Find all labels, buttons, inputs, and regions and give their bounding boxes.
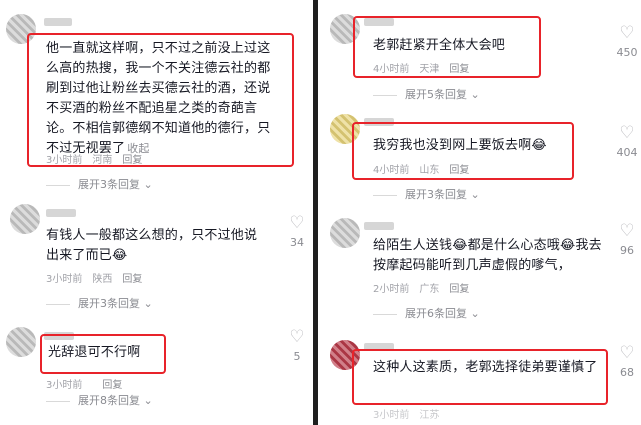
chevron-down-icon: ⌄ [470,88,480,101]
comment-meta: 3小时前 江苏 [373,406,449,421]
comment-location: 天津 [419,64,440,75]
avatar[interactable] [6,327,36,357]
comment-text: 给陌生人送钱😂都是什么心态哦😂我去按摩起码能听到几声虚假的嗲气， [373,236,605,276]
comment-time: 3小时前 [46,380,83,391]
comment-time: 3小时前 [46,274,83,285]
comment-location: 陕西 [92,274,113,285]
expand-replies-label: 展开6条回复 [405,307,467,320]
heart-outline-icon: ♡ [619,221,635,241]
comment-time: 3小时前 [46,155,83,166]
comment-time: 3小时前 [373,410,410,421]
expand-replies-button[interactable]: 展开3条回复 ⌄ [46,176,153,192]
expand-divider [46,184,70,186]
expand-divider [46,303,70,305]
comment-text: 有钱人一般都这么想的，只不过他说出来了而已😂 [46,226,268,266]
comment-meta: 4小时前 山东 回复 [373,161,479,176]
username-blurred[interactable] [44,18,72,26]
heart-outline-icon: ♡ [619,23,635,43]
comment-location: 广东 [419,284,440,295]
expand-replies-label: 展开8条回复 [78,394,140,407]
expand-replies-button[interactable]: 展开3条回复 ⌄ [373,186,480,202]
like-count: 5 [293,350,301,363]
comment-location: 山东 [419,165,440,176]
like-count: 404 [616,146,638,159]
heart-outline-icon: ♡ [289,213,305,233]
like-button[interactable]: ♡ 404 [614,124,640,159]
avatar[interactable] [10,204,40,234]
expand-divider [373,94,397,96]
comment-text: 我穷我也没到网上要饭去啊😂 [373,136,573,156]
comment-time: 2小时前 [373,284,410,295]
reply-button[interactable]: 回复 [449,64,469,75]
expand-replies-label: 展开3条回复 [78,297,140,310]
like-button[interactable]: ♡ 450 [614,24,640,59]
comment-location: 江苏 [419,410,440,421]
chevron-down-icon: ⌄ [143,297,153,310]
comment-body: 老郭赶紧开全体大会吧 [373,38,506,53]
like-button[interactable]: ♡ 68 [614,344,640,379]
expand-divider [373,313,397,315]
chevron-down-icon: ⌄ [143,394,153,407]
username-blurred[interactable] [46,209,76,217]
comment-text: 他一直就这样啊，只不过之前没上过这么高的热搜，我一个不关注德云社的都刷到过他让粉… [46,39,280,159]
expand-divider [46,400,70,402]
heart-outline-icon: ♡ [619,123,635,143]
comment-body: 这种人这素质，老郭选择徒弟要谨慎了 [373,360,598,375]
expand-replies-button[interactable]: 展开6条回复 ⌄ [373,305,480,321]
comment-time: 4小时前 [373,64,410,75]
like-count: 96 [620,244,634,257]
comment-meta: 4小时前 天津 回复 [373,60,479,75]
like-count: 450 [616,46,638,59]
comment-body: 他一直就这样啊，只不过之前没上过这么高的热搜，我一个不关注德云社的都刷到过他让粉… [46,41,271,156]
comment-body: 有钱人一般都这么想的，只不过他说出来了而已😂 [46,228,258,263]
expand-replies-button[interactable]: 展开5条回复 ⌄ [373,86,480,102]
comment-body: 给陌生人送钱😂都是什么心态哦😂我去按摩起码能听到几声虚假的嗲气， [373,238,602,273]
chevron-down-icon: ⌄ [470,307,480,320]
like-count: 34 [290,236,304,249]
comment-location: 河南 [92,155,113,166]
chevron-down-icon: ⌄ [470,188,480,201]
like-button[interactable]: ♡ 34 [284,214,310,249]
comment-meta: 3小时前 陕西 回复 [46,270,152,285]
expand-replies-button[interactable]: 展开8条回复 ⌄ [46,392,153,408]
right-comment-panel: 老郭赶紧开全体大会吧 4小时前 天津 回复 展开5条回复 ⌄ ♡ 450 我穷我也没… [318,0,641,425]
comment-body: 光辞退可不行啊 [48,345,141,360]
left-comment-panel: 他一直就这样啊，只不过之前没上过这么高的热搜，我一个不关注德云社的都刷到过他让粉… [0,0,313,425]
expand-replies-label: 展开3条回复 [405,188,467,201]
chevron-down-icon: ⌄ [143,178,153,191]
expand-replies-label: 展开5条回复 [405,88,467,101]
like-button[interactable]: ♡ 96 [614,222,640,257]
reply-button[interactable]: 回复 [102,380,122,391]
like-button[interactable]: ♡ 5 [284,328,310,363]
like-count: 68 [620,366,634,379]
expand-replies-button[interactable]: 展开3条回复 ⌄ [46,295,153,311]
expand-divider [373,194,397,196]
heart-outline-icon: ♡ [619,343,635,363]
comment-time: 4小时前 [373,165,410,176]
comment-meta: 2小时前 广东 回复 [373,280,479,295]
reply-button[interactable]: 回复 [449,165,469,176]
comment-text: 老郭赶紧开全体大会吧 [373,36,535,56]
comment-meta: 3小时前 回复 [46,376,132,391]
expand-replies-label: 展开3条回复 [78,178,140,191]
comment-text: 这种人这素质，老郭选择徒弟要谨慎了 [373,358,603,378]
avatar[interactable] [330,218,360,248]
reply-button[interactable]: 回复 [449,284,469,295]
comment-meta: 3小时前 河南 回复 [46,151,152,166]
heart-outline-icon: ♡ [289,327,305,347]
reply-button[interactable]: 回复 [122,155,142,166]
comment-text: 光辞退可不行啊 [48,343,164,363]
username-blurred[interactable] [364,222,394,230]
comment-body: 我穷我也没到网上要饭去啊😂 [373,138,547,153]
reply-button[interactable]: 回复 [122,274,142,285]
